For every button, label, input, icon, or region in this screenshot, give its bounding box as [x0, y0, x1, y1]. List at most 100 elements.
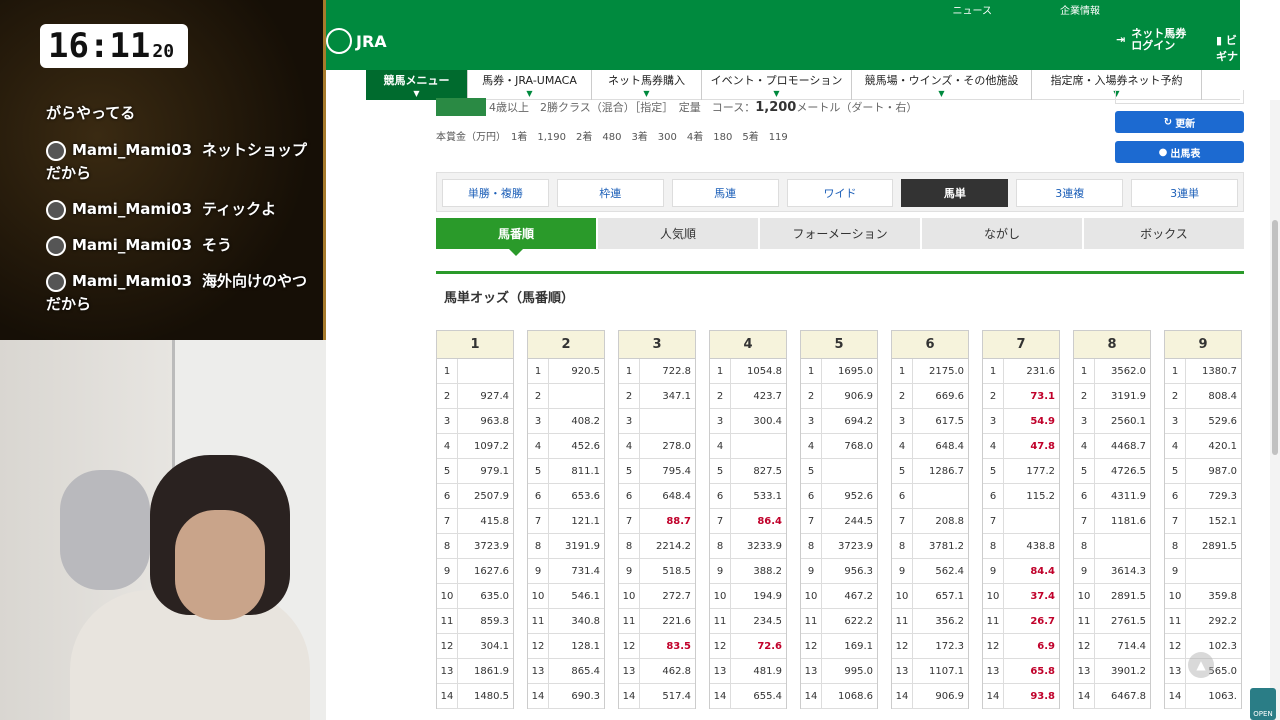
- odds-horse-number: 5: [1074, 459, 1095, 483]
- odds-value: 3614.3: [1111, 565, 1146, 577]
- odds-value: [822, 459, 877, 483]
- tab-umaren[interactable]: 馬連: [671, 179, 779, 207]
- tab-sanrentan[interactable]: 3連単: [1131, 179, 1239, 207]
- nav-label: 馬券・JRA-UMACA: [482, 74, 577, 87]
- tab-tansho-fukusho[interactable]: 単勝・複勝: [442, 179, 549, 207]
- nav-events[interactable]: イベント・プロモーション ▼: [702, 70, 852, 100]
- odds-horse-number: 3: [528, 409, 549, 433]
- odds-horse-number: 13: [1074, 659, 1095, 683]
- odds-row: 2 423.7: [710, 384, 786, 409]
- odds-value: 388.2: [753, 565, 782, 577]
- odds-row: 9 562.4: [892, 559, 968, 584]
- odds-value: 1286.7: [929, 465, 964, 477]
- odds-value: 231.6: [1026, 365, 1055, 377]
- nav-net-purchase[interactable]: ネット馬券購入 ▼: [592, 70, 702, 100]
- chat-message: がらやってる: [46, 102, 318, 125]
- tab-sanrenpuku[interactable]: 3連複: [1016, 179, 1124, 207]
- odds-row: 3 963.8: [437, 409, 513, 434]
- odds-horse-number: 12: [892, 634, 913, 658]
- odds-value: 6467.8: [1111, 690, 1146, 702]
- jra-logo[interactable]: JRA: [326, 28, 387, 54]
- odds-row: 1 1054.8: [710, 359, 786, 384]
- odds-horse-number: 11: [892, 609, 913, 633]
- odds-row: 5: [801, 459, 877, 484]
- odds-value: 546.1: [571, 590, 600, 602]
- odds-horse-number: 11: [619, 609, 640, 633]
- odds-value: 128.1: [571, 640, 600, 652]
- tab-box[interactable]: ボックス: [1084, 218, 1244, 249]
- odds-horse-number: 8: [1165, 534, 1186, 558]
- nav-facilities[interactable]: 競馬場・ウインズ・その他施設 ▼: [852, 70, 1032, 100]
- odds-column: 4 1 1054.8 2 423.7 3 300.4 4 5 827.5 6 533.1 7 86.4 8 3…: [709, 330, 787, 709]
- odds-horse-number: 12: [437, 634, 458, 658]
- odds-value: 714.4: [1117, 640, 1146, 652]
- odds-row: 14 1068.6: [801, 684, 877, 709]
- chat-message: Mami_Mami03 ティックよ: [46, 198, 318, 221]
- odds-value: 906.9: [935, 690, 964, 702]
- refresh-button[interactable]: ↻ 更新: [1115, 111, 1244, 133]
- odds-row: 2: [528, 384, 604, 409]
- odds-horse-number: 3: [1074, 409, 1095, 433]
- odds-value: 452.6: [571, 440, 600, 452]
- odds-value: 1380.7: [1202, 365, 1237, 377]
- odds-horse-number: 9: [892, 559, 913, 583]
- odds-horse-number: 6: [983, 484, 1004, 508]
- odds-row: 14 1480.5: [437, 684, 513, 709]
- odds-row: 4 452.6: [528, 434, 604, 459]
- tab-nagashi[interactable]: ながし: [922, 218, 1082, 249]
- nav-keiba-menu[interactable]: 競馬メニュー ▼: [366, 70, 468, 100]
- odds-horse-number: 5: [619, 459, 640, 483]
- tab-by-number[interactable]: 馬番順: [436, 218, 596, 249]
- odds-row: 13 462.8: [619, 659, 695, 684]
- tab-formation[interactable]: フォーメーション: [760, 218, 920, 249]
- clock-hm: 16:11: [48, 26, 151, 66]
- chevron-down-icon: ▼: [938, 89, 945, 98]
- scroll-top-button[interactable]: ▲: [1188, 652, 1214, 678]
- odds-horse-number: 6: [710, 484, 731, 508]
- odds-value: 808.4: [1208, 390, 1237, 402]
- link-corporate[interactable]: 企業情報: [1060, 2, 1100, 17]
- odds-grid: 1 1 2 927.4 3 963.8 4 1097.2 5 979.1 6 2507.9 7 415.8…: [436, 330, 1242, 709]
- odds-horse-number: 10: [1074, 584, 1095, 608]
- odds-value: 304.1: [480, 640, 509, 652]
- odds-row: 3 617.5: [892, 409, 968, 434]
- odds-row: 4: [710, 434, 786, 459]
- odds-horse-number: 4: [1074, 434, 1095, 458]
- odds-horse-number: 8: [983, 534, 1004, 558]
- odds-horse-number: 5: [983, 459, 1004, 483]
- tab-by-popularity[interactable]: 人気順: [598, 218, 758, 249]
- odds-value: 3233.9: [747, 540, 782, 552]
- odds-row: 10 635.0: [437, 584, 513, 609]
- odds-row: 1: [437, 359, 513, 384]
- tab-umatan[interactable]: 馬単: [901, 179, 1009, 207]
- odds-value: 423.7: [753, 390, 782, 402]
- odds-value: 795.4: [662, 465, 691, 477]
- scrollbar-thumb[interactable]: [1272, 220, 1278, 455]
- entries-label: 出馬表: [1170, 148, 1201, 160]
- net-login-button[interactable]: ⇥ ネット馬券 ログイン: [1116, 28, 1186, 52]
- tab-wide[interactable]: ワイド: [786, 179, 894, 207]
- race-conditions: 4歳以上 2勝クラス（混合）［指定］ 定量 コース：1,200メートル（ダート・…: [489, 99, 917, 115]
- open-badge[interactable]: OPEN: [1250, 688, 1276, 720]
- entries-button[interactable]: ● 出馬表: [1115, 141, 1244, 163]
- odds-horse-number: 14: [1074, 684, 1095, 708]
- odds-value: 1480.5: [474, 690, 509, 702]
- odds-horse-number: 8: [437, 534, 458, 558]
- odds-horse-number: 7: [437, 509, 458, 533]
- odds-row: 1 3562.0: [1074, 359, 1150, 384]
- odds-horse-number: 13: [1165, 659, 1186, 683]
- nav-label: ネット馬券購入: [608, 74, 685, 87]
- tab-wakuren[interactable]: 枠連: [556, 179, 664, 207]
- odds-value: 2175.0: [929, 365, 964, 377]
- odds-value: 562.4: [935, 565, 964, 577]
- scrollbar[interactable]: [1270, 100, 1280, 720]
- odds-horse-number: 4: [710, 434, 731, 458]
- nav-baken[interactable]: 馬券・JRA-UMACA ▼: [468, 70, 592, 100]
- odds-row: 5 177.2: [983, 459, 1059, 484]
- odds-value: 533.1: [753, 490, 782, 502]
- odds-value: 3781.2: [929, 540, 964, 552]
- odds-value: 4726.5: [1111, 465, 1146, 477]
- link-news[interactable]: ニュース: [953, 2, 993, 17]
- odds-horse-number: 3: [1165, 409, 1186, 433]
- odds-row: 11 234.5: [710, 609, 786, 634]
